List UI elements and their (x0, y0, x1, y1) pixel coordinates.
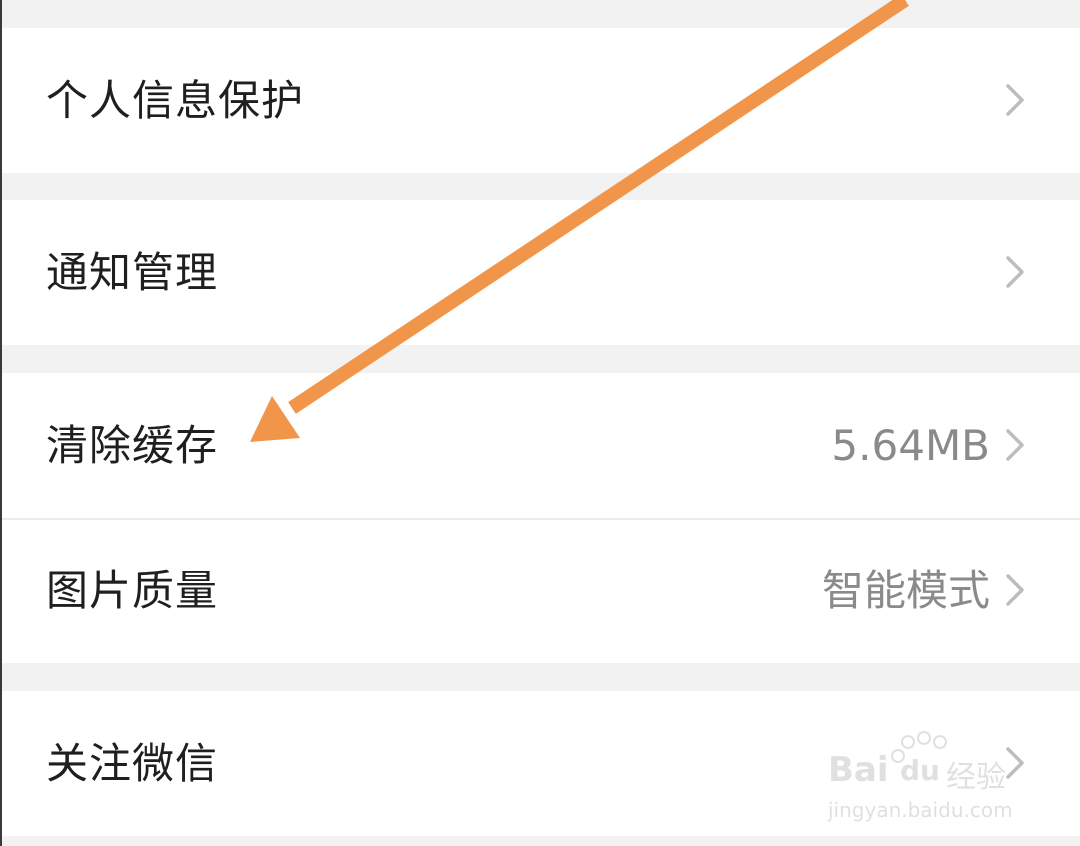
chevron-right-icon (1006, 429, 1024, 461)
settings-item-label: 清除缓存 (46, 421, 219, 470)
screen-left-edge (0, 0, 2, 846)
settings-page: 个人信息保护 通知管理 清除缓存 5.64MB 图片质量 智能模式 关注微信 B… (0, 0, 1080, 846)
settings-item-label: 个人信息保护 (46, 76, 305, 125)
image-quality-value: 智能模式 (821, 566, 990, 615)
settings-item-clear-cache[interactable]: 清除缓存 5.64MB (0, 373, 1080, 518)
watermark-brand: Bai (828, 750, 889, 790)
settings-item-label: 图片质量 (46, 566, 219, 615)
settings-item-label: 通知管理 (46, 248, 219, 297)
settings-item-privacy[interactable]: 个人信息保护 (0, 28, 1080, 173)
chevron-right-icon (1006, 574, 1024, 606)
watermark-brand-suffix: du (900, 754, 940, 787)
cache-size-value: 5.64MB (831, 421, 990, 470)
watermark-product: 经验 (946, 760, 1006, 795)
chevron-right-icon (1006, 256, 1024, 288)
watermark-url: jingyan.baidu.com (828, 798, 1013, 822)
baidu-jingyan-watermark: Bai du 经验 jingyan.baidu.com (828, 728, 1028, 828)
settings-item-image-quality[interactable]: 图片质量 智能模式 (0, 520, 1080, 663)
settings-item-label: 关注微信 (46, 739, 219, 788)
chevron-right-icon (1006, 84, 1024, 116)
settings-item-notifications[interactable]: 通知管理 (0, 200, 1080, 345)
